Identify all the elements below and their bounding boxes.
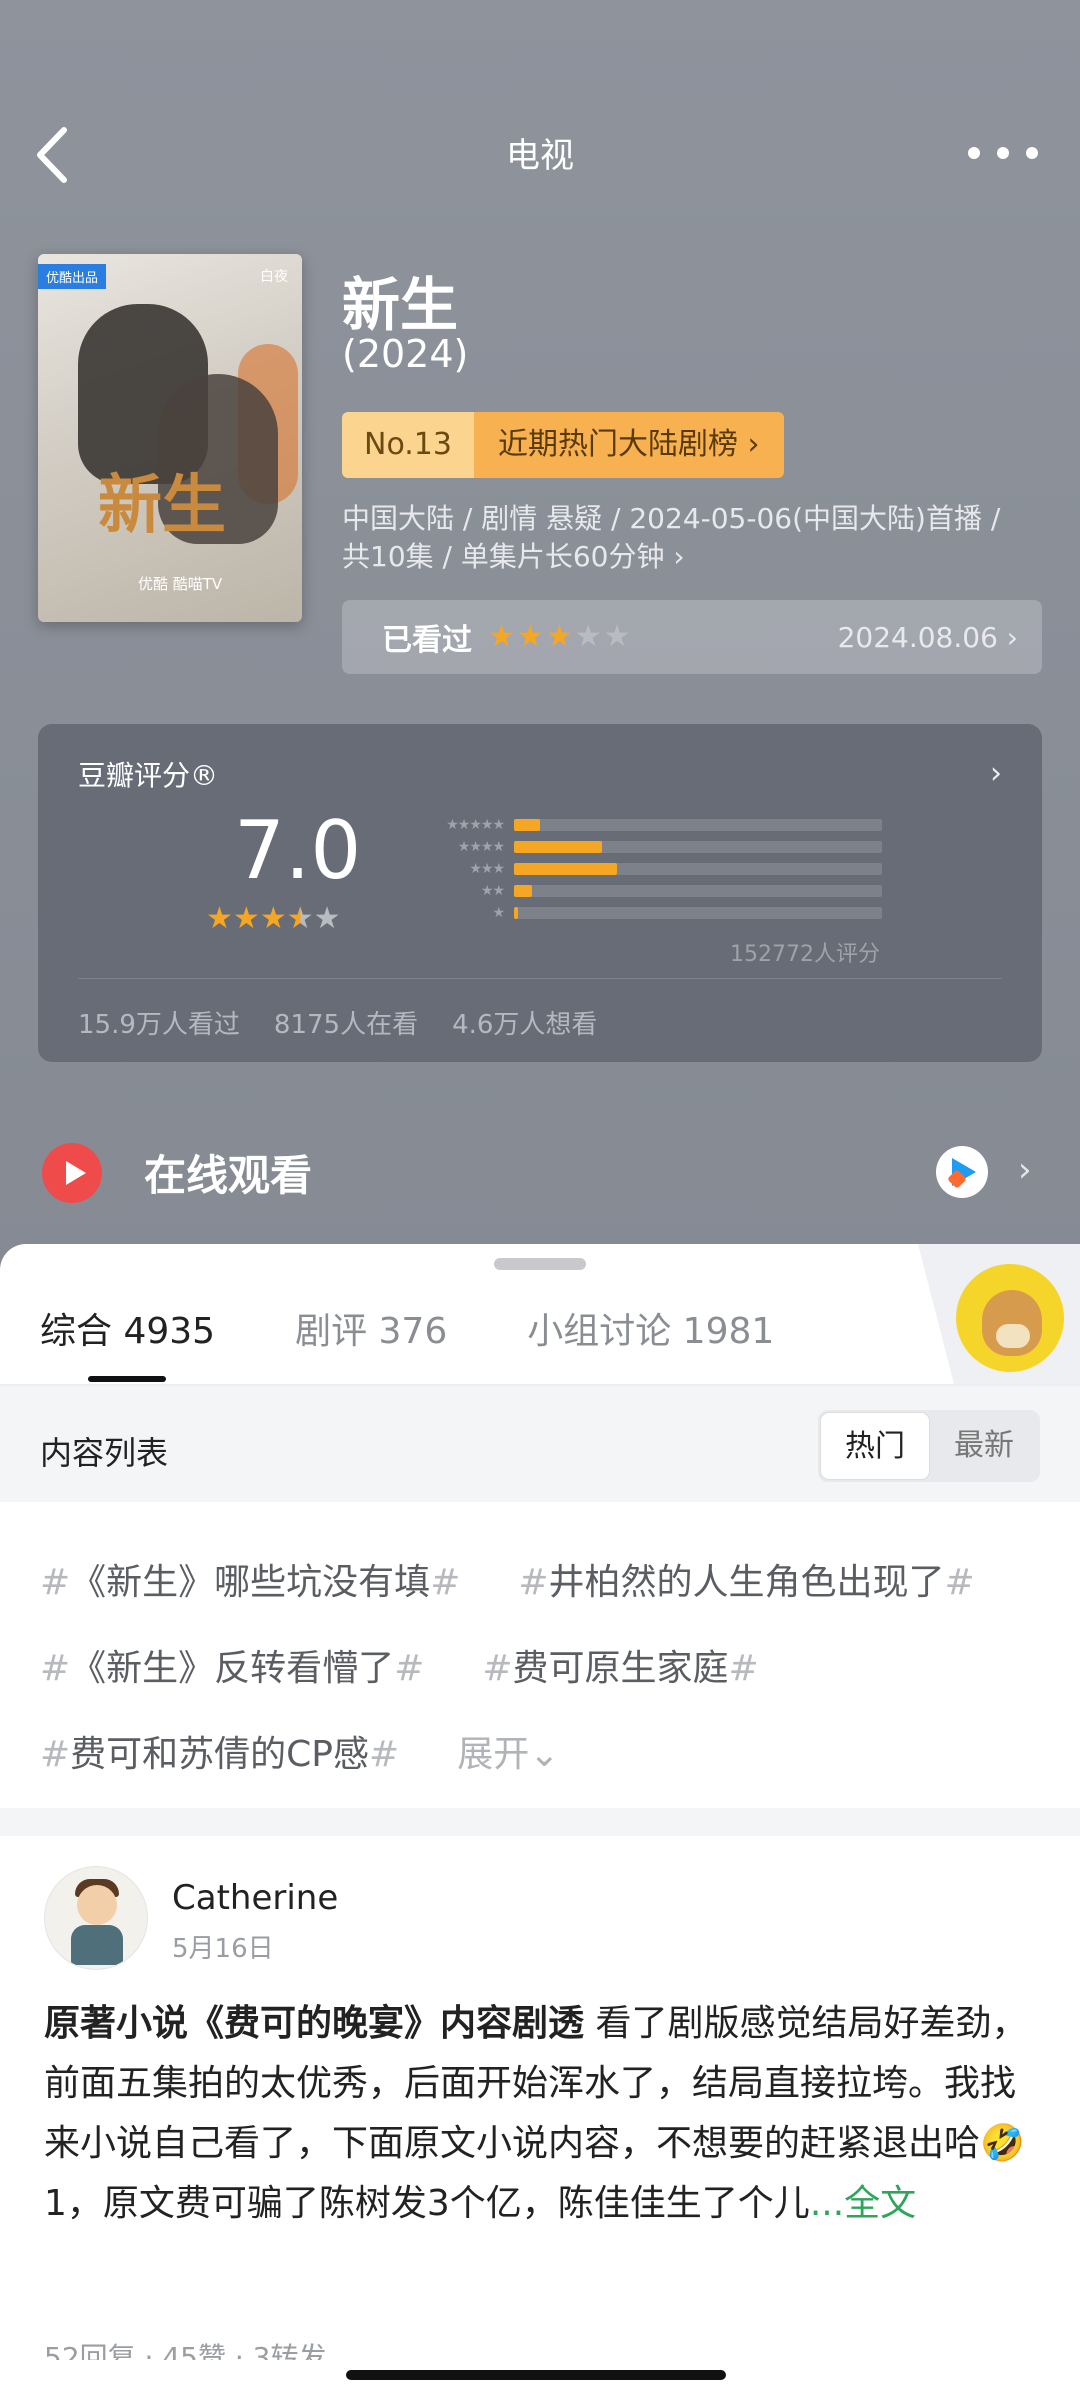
rank-list-name: 近期热门大陆剧榜 › — [473, 412, 784, 478]
rating-bar-fill — [514, 863, 618, 875]
rating-score: 7.0 — [234, 804, 362, 897]
show-meta[interactable]: 中国大陆 / 剧情 悬疑 / 2024-05-06(中国大陆)首播 / 共10集… — [342, 500, 1042, 576]
youku-logo-icon[interactable] — [936, 1146, 988, 1198]
rating-bar-track — [514, 819, 882, 831]
bottom-sheet: 综合 4935 剧评 376 小组讨论 1981 内容列表 热门 最新 #《新生… — [0, 1244, 1080, 2400]
sort-new-button[interactable]: 最新 — [930, 1412, 1038, 1480]
poster-calligraphy: 新生 — [98, 468, 226, 543]
meta-line-2: 共10集 / 单集片长60分钟 › — [342, 540, 685, 573]
rating-bar-track — [514, 885, 882, 897]
tab-reviews[interactable]: 剧评 376 — [295, 1302, 447, 1354]
rating-bar-stars: ★★★★ — [457, 839, 505, 855]
rating-bar-stars: ★★★ — [469, 861, 505, 877]
rating-bar-stars: ★★ — [480, 883, 505, 899]
rating-bar-track — [514, 863, 882, 875]
audience-stats: 15.9万人看过 8175人在看 4.6万人想看 — [78, 1004, 597, 1041]
more-options-icon[interactable] — [968, 138, 1038, 168]
post-content[interactable]: 原著小说《费可的晚宴》内容剧透 看了剧版感觉结局好差劲，前面五集拍的太优秀，后面… — [44, 1994, 1044, 2234]
post-title: 原著小说《费可的晚宴》内容剧透 — [44, 2003, 585, 2044]
meta-line-1: 中国大陆 / 剧情 悬疑 / 2024-05-06(中国大陆)首播 / — [342, 502, 1001, 535]
star-icon: ★ — [516, 619, 544, 654]
tab-group-discussion[interactable]: 小组讨论 1981 — [527, 1302, 774, 1354]
sort-hot-button[interactable]: 热门 — [820, 1412, 930, 1480]
watched-label: 已看过 — [382, 623, 472, 658]
user-rating-stars: ★ ★ ★ ★ ★ — [488, 622, 631, 652]
star-icon: ★ — [259, 901, 287, 936]
poster-corner-logo: 白夜 — [260, 269, 288, 285]
topic-tag[interactable]: #井柏然的人生角色出现了# — [518, 1553, 974, 1605]
rating-bar-fill — [514, 907, 518, 919]
star-icon: ★ — [545, 619, 573, 654]
star-icon: ★ — [603, 619, 631, 654]
topic-tag[interactable]: #费可原生家庭# — [482, 1639, 758, 1691]
rating-bar-row: ★★★★★ — [398, 814, 918, 836]
chevron-right-icon[interactable]: › — [990, 756, 1002, 791]
full-text-link[interactable]: ...全文 — [810, 2183, 916, 2224]
rank-number: No.13 — [342, 412, 474, 478]
rating-bar-row: ★★ — [398, 880, 918, 902]
rating-bar-row: ★ — [398, 902, 918, 924]
show-year: (2024) — [342, 332, 469, 376]
topic-tag[interactable]: #《新生》反转看懵了# — [40, 1639, 424, 1691]
post-body-line: 1，原文费可骗了陈树发3个亿，陈佳佳生了个儿 — [44, 2183, 810, 2224]
rating-stars: ★★★★★ — [206, 904, 341, 934]
rating-bar-fill — [514, 885, 533, 897]
want-count[interactable]: 4.6万人想看 — [452, 1004, 597, 1041]
rank-badge[interactable]: No.13 近期热门大陆剧榜 › — [342, 412, 784, 478]
star-icon: ★ — [232, 901, 260, 936]
rating-bar-stars: ★★★★★ — [446, 817, 505, 833]
star-icon: ★ — [488, 619, 515, 654]
poster-brand: 优酷 酷喵TV — [138, 575, 223, 593]
watched-date: 2024.08.06 › — [837, 620, 1018, 654]
rating-bar-stars: ★ — [492, 905, 505, 921]
home-indicator[interactable] — [346, 2370, 726, 2380]
topic-tag[interactable]: #费可和苏倩的CP感# — [40, 1725, 399, 1777]
watch-online-row[interactable]: 在线观看 — [42, 1142, 312, 1203]
doge-avatar-icon[interactable] — [956, 1264, 1064, 1372]
content-list-header: 内容列表 热门 最新 — [0, 1386, 1080, 1502]
page-title: 电视 — [506, 136, 574, 176]
star-icon: ★ — [313, 901, 341, 936]
post-stats: 52回复 · 45赞 · 3转发 — [44, 2341, 327, 2360]
divider — [78, 978, 1002, 979]
poster-tag: 优酷出品 — [38, 264, 107, 289]
star-icon: ★ — [286, 901, 314, 936]
tab-overview[interactable]: 综合 4935 — [40, 1302, 215, 1354]
avatar[interactable] — [44, 1866, 148, 1970]
chevron-right-icon[interactable]: › — [1018, 1150, 1032, 1190]
rating-bar-track — [514, 841, 882, 853]
poster-image[interactable]: 优酷出品 白夜 新生 优酷 酷喵TV — [38, 254, 302, 622]
post-date: 5月16日 — [172, 1934, 274, 1964]
active-tab-indicator — [88, 1376, 166, 1382]
expand-topics-button[interactable]: 展开⌄ — [457, 1725, 559, 1777]
topic-tag[interactable]: #《新生》哪些坑没有填# — [40, 1553, 460, 1605]
content-list-title: 内容列表 — [40, 1434, 169, 1472]
watched-status-bar[interactable]: 已看过 ★ ★ ★ ★ ★ 2024.08.06 › — [342, 600, 1042, 674]
tab-bar: 综合 4935 剧评 376 小组讨论 1981 — [40, 1302, 774, 1354]
rating-bar-fill — [514, 841, 603, 853]
watch-online-label: 在线观看 — [144, 1151, 313, 1200]
section-separator — [0, 1808, 1080, 1836]
watching-count[interactable]: 8175人在看 — [274, 1004, 418, 1041]
show-title: 新生 — [342, 271, 459, 339]
rating-bar-fill — [514, 819, 540, 831]
sort-toggle: 热门 最新 — [818, 1410, 1040, 1482]
rating-bar-row: ★★★★ — [398, 836, 918, 858]
rating-header: 豆瓣评分® — [78, 759, 219, 792]
rating-bar-row: ★★★ — [398, 858, 918, 880]
rating-distribution: ★★★★★ ★★★★ ★★★ ★★ ★ — [398, 814, 918, 924]
seen-count[interactable]: 15.9万人看过 — [78, 1004, 240, 1041]
play-icon — [42, 1142, 102, 1203]
post-username[interactable]: Catherine — [172, 1878, 338, 1918]
rating-bar-track — [514, 907, 882, 919]
drag-handle[interactable] — [494, 1258, 586, 1270]
star-icon: ★ — [574, 619, 602, 654]
star-icon: ★ — [206, 901, 233, 936]
douban-rating-card[interactable]: 豆瓣评分® › 7.0 ★★★★★ ★★★★★ ★★★★ ★★★ ★★ ★ 152772… — [38, 724, 1042, 1062]
rating-count: 152772人评分 — [730, 942, 880, 967]
topic-tags: #《新生》哪些坑没有填# #井柏然的人生角色出现了# #《新生》反转看懵了# #… — [40, 1536, 1040, 1794]
